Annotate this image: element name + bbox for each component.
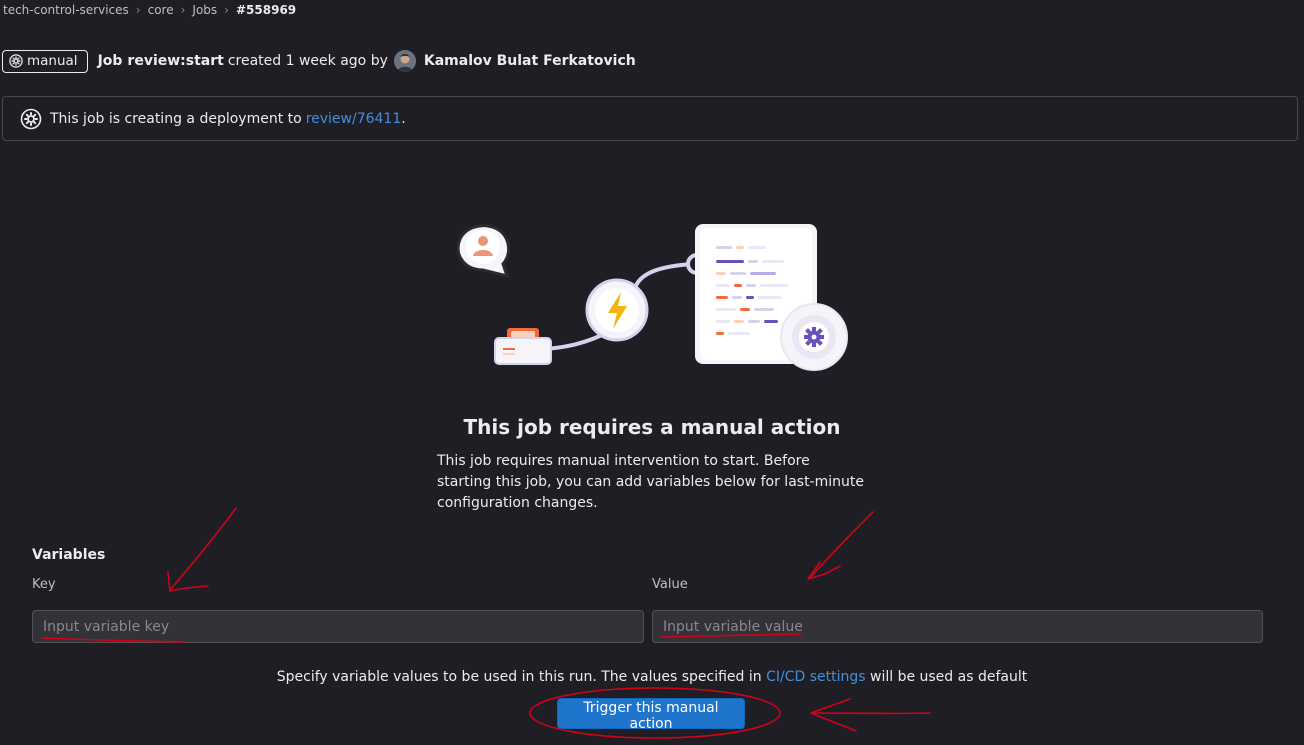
- variable-value-input[interactable]: [652, 610, 1263, 643]
- alert-suffix: .: [401, 110, 406, 127]
- breadcrumb-current: #558969: [235, 3, 297, 17]
- help-text-before: Specify variable values to be used in th…: [276, 669, 762, 685]
- value-label: Value: [652, 577, 688, 592]
- job-name: review:start: [127, 53, 224, 69]
- breadcrumb-item-jobs[interactable]: Jobs: [192, 3, 217, 17]
- breadcrumb-item-project[interactable]: tech-control-services: [3, 3, 129, 17]
- trigger-manual-action-button[interactable]: Trigger this manual action: [557, 698, 745, 732]
- ci-cd-settings-link[interactable]: CI/CD settings: [766, 669, 865, 685]
- variable-key-input[interactable]: [32, 610, 644, 643]
- author-link[interactable]: Kamalov Bulat Ferkatovich: [424, 53, 636, 69]
- status-badge[interactable]: manual: [2, 49, 88, 73]
- deployment-alert: This job is creating a deployment to rev…: [2, 96, 1298, 141]
- gear-icon: [20, 108, 42, 129]
- status-badge-label: manual: [27, 53, 78, 69]
- annotation-arrow: [169, 507, 237, 591]
- chevron-right-icon: ›: [135, 3, 141, 17]
- breadcrumb-item-group[interactable]: core: [148, 3, 174, 17]
- variables-title: Variables: [32, 547, 106, 563]
- environment-link[interactable]: review/76411: [306, 111, 402, 127]
- job-header: manual Job review:start created 1 week a…: [2, 49, 636, 73]
- help-text: Specify variable values to be used in th…: [0, 669, 1304, 685]
- chevron-right-icon: ›: [224, 3, 229, 17]
- manual-action-illustration: [456, 224, 848, 371]
- annotation-arrow: [809, 511, 874, 579]
- empty-state-description: This job requires manual intervention to…: [437, 453, 864, 511]
- breadcrumb: tech-control-services › core › Jobs › #5…: [3, 2, 296, 18]
- help-text-after: will be used as default: [870, 669, 1028, 685]
- chevron-right-icon: ›: [180, 3, 186, 17]
- avatar[interactable]: [393, 50, 416, 72]
- gear-icon: [9, 54, 23, 68]
- empty-state-title: This job requires a manual action: [463, 415, 841, 439]
- alert-text: This job is creating a deployment to: [50, 110, 302, 127]
- key-label: Key: [32, 577, 56, 592]
- job-prefix: Job: [97, 53, 123, 69]
- job-created-text: created 1 week ago by: [227, 53, 388, 69]
